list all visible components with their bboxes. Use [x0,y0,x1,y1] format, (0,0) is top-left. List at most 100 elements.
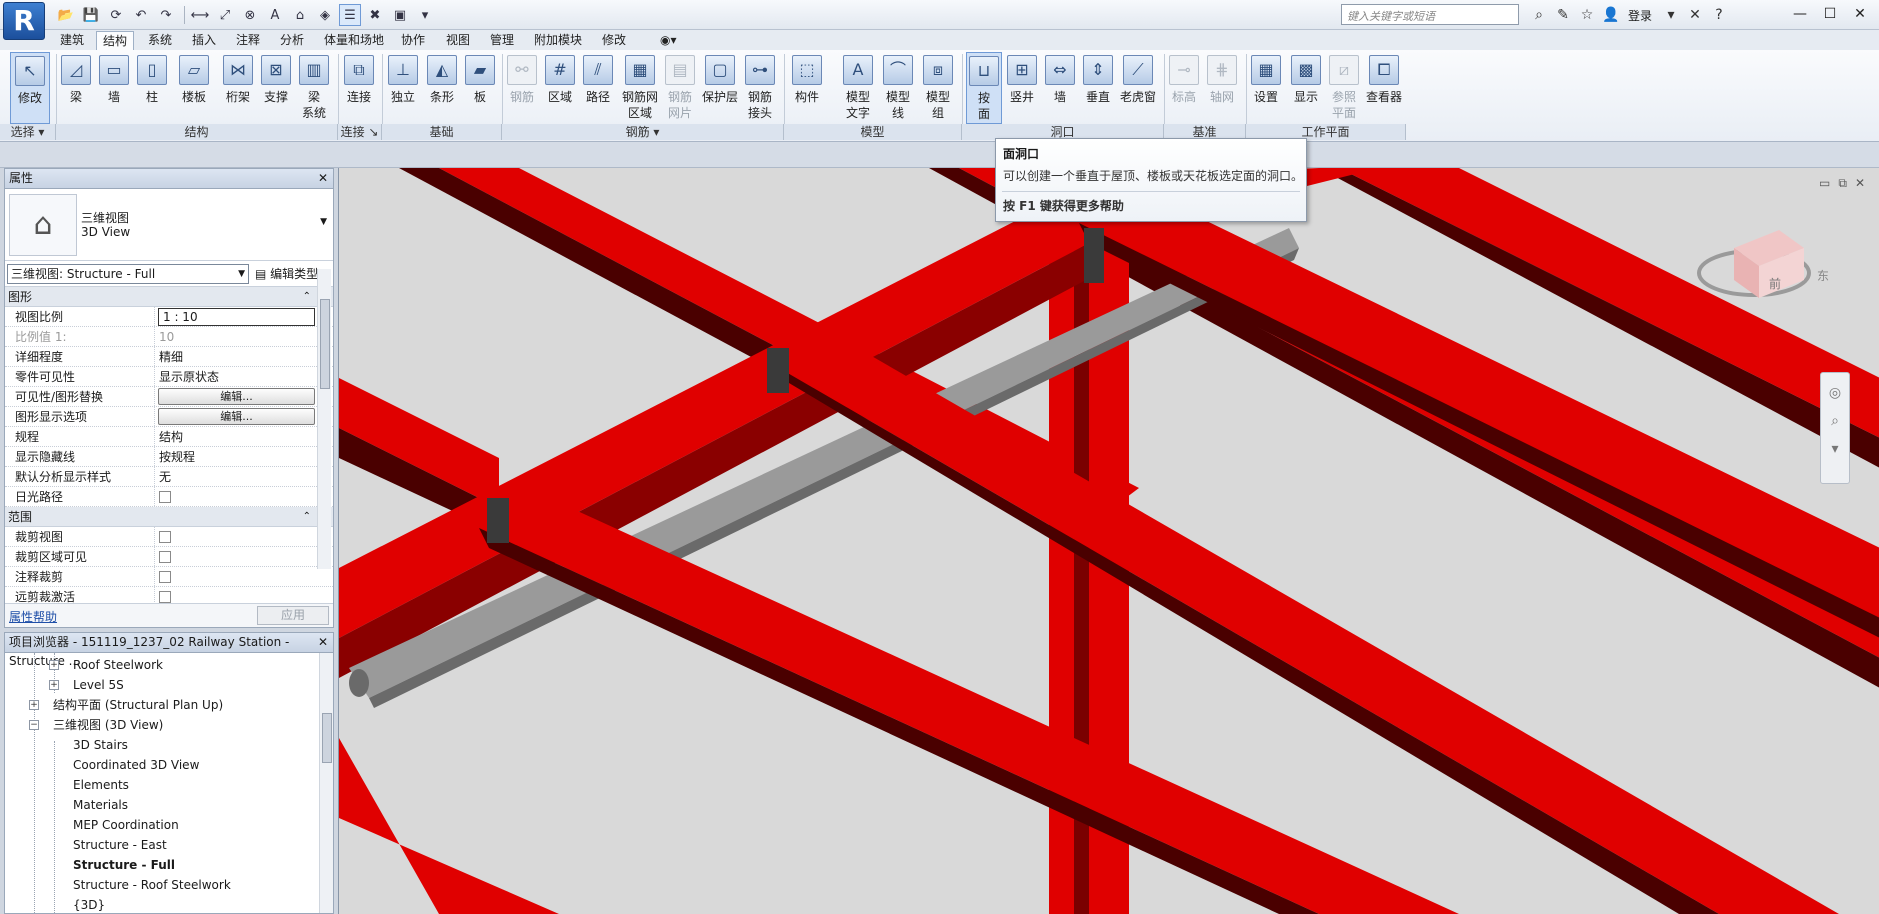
close-view-icon[interactable]: ✕ [1855,176,1865,191]
collapse-icon[interactable]: − [29,720,39,730]
beam-system-button[interactable]: ▥ 梁 系统 [298,52,330,124]
3d-view-icon[interactable]: ⌂ [289,4,311,26]
subscription-icon[interactable]: ✎ [1552,4,1574,26]
redo-icon[interactable]: ↷ [155,4,177,26]
user-icon[interactable]: 👤 [1600,4,1622,26]
sync-icon[interactable]: ⟳ [105,4,127,26]
sun-path-checkbox[interactable] [159,491,171,503]
fabric-area-button[interactable]: ▦ 钢筋网 区域 [620,52,660,124]
cover-button[interactable]: ▢ 保护层 [700,52,740,124]
viewer-button[interactable]: ⧠ 查看器 [1364,52,1404,124]
panel-connection[interactable]: 连接 ↘ [338,124,382,140]
model-text-button[interactable]: A 模型 文字 [842,52,874,124]
tree-item-structure-roof-steelwork[interactable]: Structure - Roof Steelwork [73,875,231,895]
tree-item-mep-coordination[interactable]: MEP Coordination [73,815,179,835]
shaft-button[interactable]: ⊞ 竖井 [1006,52,1038,124]
coupler-button[interactable]: ⊶ 钢筋 接头 [744,52,776,124]
modify-button[interactable]: ↖ 修改 [10,52,50,124]
expand-icon[interactable]: + [29,700,39,710]
drawing-area[interactable]: 前 东 [338,168,1879,914]
component-button[interactable]: ⬚ 构件 [790,52,824,124]
collapse-icon[interactable]: ⌃ [303,287,311,307]
edit-vg-button[interactable]: 编辑... [158,388,315,405]
tree-item-structure-east[interactable]: Structure - East [73,835,167,855]
collapse-icon[interactable]: ⌃ [303,507,311,527]
favorites-star-icon[interactable]: ☆ [1576,4,1598,26]
prop-value[interactable]: 无 [155,467,315,486]
browser-scrollbar[interactable] [319,653,333,913]
zoom-icon[interactable]: ⌕ [1821,413,1849,429]
binoculars-icon[interactable]: ⌕ [1528,4,1550,26]
restore-view-icon[interactable]: ⧉ [1838,176,1847,191]
properties-help-link[interactable]: 属性帮助 [9,608,57,625]
steering-wheel-icon[interactable]: ◎ [1821,385,1849,401]
area-rebar-button[interactable]: # 区域 [544,52,576,124]
dimension-icon[interactable]: ⤢ [214,4,236,26]
strip-foundation-button[interactable]: ◭ 条形 [426,52,458,124]
floor-button[interactable]: ▱ 楼板 [176,52,212,124]
tree-item-3d-default[interactable]: {3D} [73,895,105,913]
ref-plane-button[interactable]: ⧄ 参照 平面 [1328,52,1360,124]
tree-item-level-5s[interactable]: Level 5S [73,675,124,695]
tree-item-roof-steelwork[interactable]: Roof Steelwork [73,655,163,675]
isolated-foundation-button[interactable]: ⊥ 独立 [387,52,419,124]
chevron-down-icon[interactable]: ▼ [320,217,327,227]
crop-view-checkbox[interactable] [159,531,171,543]
expand-icon[interactable]: + [49,660,59,670]
tree-item-materials[interactable]: Materials [73,795,128,815]
customize-qat-icon[interactable]: ▾ [414,4,436,26]
close-icon[interactable]: ✕ [318,633,328,652]
slab-foundation-button[interactable]: ▰ 板 [464,52,496,124]
apply-button[interactable]: 应用 [257,606,329,625]
minimize-view-icon[interactable]: ▭ [1819,176,1830,191]
exchange-icon[interactable]: ✕ [1684,4,1706,26]
tab-architecture[interactable]: 建筑 [54,31,90,50]
expand-icon[interactable]: + [49,680,59,690]
prop-value[interactable]: 结构 [155,427,315,446]
scroll-thumb[interactable] [320,299,330,389]
properties-scrollbar[interactable] [317,269,331,569]
open-icon[interactable]: 📂 [55,4,77,26]
model-group-button[interactable]: ⧈ 模型 组 [922,52,954,124]
level-button[interactable]: ⊸ 标高 [1168,52,1200,124]
tab-collaborate[interactable]: 协作 [395,31,431,50]
crop-visible-checkbox[interactable] [159,551,171,563]
prop-value[interactable]: 按规程 [155,447,315,466]
dropdown-chevron-icon[interactable]: ▾ [1660,4,1682,26]
tree-item-structure-full[interactable]: Structure - Full [73,855,175,875]
scroll-thumb[interactable] [322,713,332,763]
view-scale-input[interactable]: 1 : 10 [158,308,315,326]
measure-icon[interactable]: ⟷ [189,4,211,26]
switch-windows-icon[interactable]: ▣ [389,4,411,26]
tab-addins[interactable]: 附加模块 [528,31,588,50]
group-graphics[interactable]: 图形 ⌃ [5,287,333,307]
tab-annotate[interactable]: 注释 [230,31,266,50]
fabric-sheet-button[interactable]: ▤ 钢筋 网片 [664,52,696,124]
column-button[interactable]: ▯ 柱 [136,52,168,124]
truss-button[interactable]: ⋈ 桁架 [220,52,256,124]
tree-item-elements[interactable]: Elements [73,775,129,795]
minimize-icon[interactable]: — [1785,2,1815,26]
panel-select[interactable]: 选择 ▾ [0,124,56,140]
prop-value[interactable]: 精细 [155,347,315,366]
undo-icon[interactable]: ↶ [130,4,152,26]
set-workplane-button[interactable]: ▦ 设置 [1250,52,1282,124]
connection-button[interactable]: ⧉ 连接 [343,52,375,124]
wall-opening-button[interactable]: ⇔ 墙 [1044,52,1076,124]
tab-structure[interactable]: 结构 [96,31,135,51]
tree-item-3d-stairs[interactable]: 3D Stairs [73,735,128,755]
text-icon[interactable]: A [264,4,286,26]
annotation-crop-checkbox[interactable] [159,571,171,583]
maximize-icon[interactable]: ☐ [1815,2,1845,26]
edit-type-button[interactable]: ▤ 编辑类型 [255,264,318,284]
close-icon[interactable]: ✕ [318,169,328,188]
brace-button[interactable]: ⊠ 支撑 [260,52,292,124]
ribbon-minimize-icon[interactable]: ◉▾ [654,31,683,50]
tag-icon[interactable]: ⊗ [239,4,261,26]
tab-modify[interactable]: 修改 [596,31,632,50]
rebar-button[interactable]: ⚯ 钢筋 [506,52,538,124]
login-link[interactable]: 登录 [1628,7,1652,24]
vertical-opening-button[interactable]: ⇕ 垂直 [1082,52,1114,124]
app-menu-button[interactable]: R [3,2,45,40]
tree-item-structural-plan[interactable]: 结构平面 (Structural Plan Up) [53,695,223,715]
